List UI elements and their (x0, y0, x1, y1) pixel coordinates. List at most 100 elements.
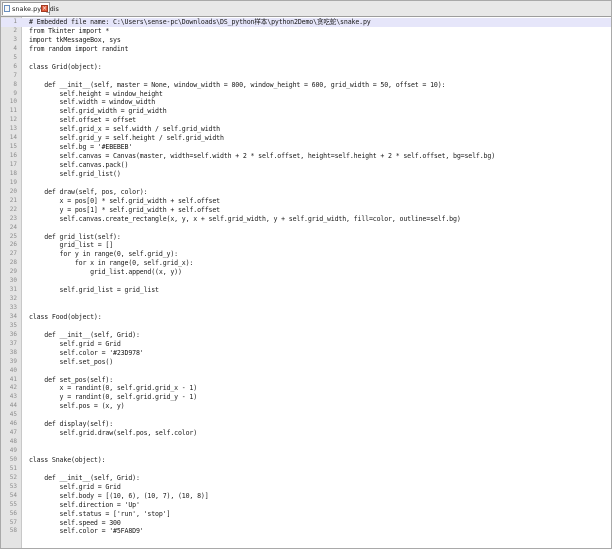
code-line[interactable]: 21 x = pos[0] * self.grid_width + self.o… (1, 197, 611, 206)
line-number: 35 (9, 321, 17, 329)
code-text: self.color = '#5FA8D9' (29, 527, 144, 536)
line-number: 53 (9, 482, 17, 490)
code-line[interactable]: 41 def set_pos(self): (1, 376, 611, 385)
code-line[interactable]: 30 (1, 277, 611, 286)
code-line[interactable]: 32 (1, 295, 611, 304)
code-line[interactable]: 28 for x in range(0, self.grid_x): (1, 259, 611, 268)
code-line[interactable]: 1 # Embedded file name: C:\Users\sense-pc… (1, 18, 611, 27)
line-number: 30 (9, 277, 17, 285)
tab-snake-file[interactable]: snake.pyw_dis × (2, 2, 59, 15)
code-line[interactable]: 2 from Tkinter import * (1, 27, 611, 36)
code-line[interactable]: 18 self.grid_list() (1, 170, 611, 179)
code-text: self.grid_list = grid_list (29, 286, 159, 295)
code-line[interactable]: 9 self.height = window_height (1, 90, 611, 99)
code-line[interactable]: 11 self.grid_width = grid_width (1, 107, 611, 116)
line-number: 28 (9, 259, 17, 267)
code-line[interactable]: 36 def __init__(self, Grid): (1, 331, 611, 340)
code-line[interactable]: 46 def display(self): (1, 420, 611, 429)
code-editor[interactable]: 1 # Embedded file name: C:\Users\sense-pc… (1, 18, 611, 548)
line-number: 10 (9, 98, 17, 106)
close-icon[interactable]: × (41, 5, 48, 12)
line-number: 14 (9, 134, 17, 142)
code-line[interactable]: 48 (1, 438, 611, 447)
code-text: self.width = window_width (29, 98, 156, 107)
code-line[interactable]: 26 grid_list = [] (1, 241, 611, 250)
code-text: self.color = '#23D978' (29, 348, 144, 357)
line-number: 52 (9, 473, 17, 481)
code-line[interactable]: 37 self.grid = Grid (1, 340, 611, 349)
code-text: class Snake(object): (29, 455, 106, 464)
code-line[interactable]: 8 def __init__(self, master = None, wind… (1, 81, 611, 90)
code-line[interactable]: 39 self.set_pos() (1, 358, 611, 367)
code-text: x = randint(0, self.grid.grid_x - 1) (29, 384, 198, 393)
code-line[interactable]: 17 self.canvas.pack() (1, 161, 611, 170)
line-number: 32 (9, 295, 17, 303)
line-number: 26 (9, 241, 17, 249)
line-number: 50 (9, 455, 17, 463)
code-line[interactable]: 15 self.bg = '#EBEBEB' (1, 143, 611, 152)
code-line[interactable]: 12 self.offset = offset (1, 116, 611, 125)
code-line[interactable]: 54 self.body = [(10, 6), (10, 7), (10, 8… (1, 492, 611, 501)
code-line[interactable]: 5 (1, 54, 611, 63)
line-number: 1 (13, 18, 17, 25)
code-line[interactable]: 14 self.grid_y = self.height / self.grid… (1, 134, 611, 143)
code-line[interactable]: 52 def __init__(self, Grid): (1, 474, 611, 483)
code-line[interactable]: 20 def draw(self, pos, color): (1, 188, 611, 197)
code-line[interactable]: 35 (1, 322, 611, 331)
code-line[interactable]: 53 self.grid = Grid (1, 483, 611, 492)
code-line[interactable]: 50 class Snake(object): (1, 456, 611, 465)
code-text: def __init__(self, Grid): (29, 473, 140, 482)
line-number: 5 (13, 53, 17, 61)
code-line[interactable]: 55 self.direction = 'Up' (1, 501, 611, 510)
code-text: class Grid(object): (29, 62, 102, 71)
code-line[interactable]: 27 for y in range(0, self.grid_y): (1, 250, 611, 259)
line-number: 39 (9, 357, 17, 365)
code-line[interactable]: 23 self.canvas.create_rectangle(x, y, x … (1, 215, 611, 224)
code-line[interactable]: 51 (1, 465, 611, 474)
code-line[interactable]: 6 class Grid(object): (1, 63, 611, 72)
code-line[interactable]: 29 grid_list.append((x, y)) (1, 268, 611, 277)
code-line[interactable]: 47 self.grid.draw(self.pos, self.color) (1, 429, 611, 438)
code-line[interactable]: 3 import tkMessageBox, sys (1, 36, 611, 45)
code-line[interactable]: 42 x = randint(0, self.grid.grid_x - 1) (1, 384, 611, 393)
code-line[interactable]: 44 self.pos = (x, y) (1, 402, 611, 411)
code-line[interactable]: 40 (1, 367, 611, 376)
code-line[interactable]: 22 y = pos[1] * self.grid_width + self.o… (1, 206, 611, 215)
line-number: 34 (9, 312, 17, 320)
code-line[interactable]: 38 self.color = '#23D978' (1, 349, 611, 358)
line-number: 43 (9, 393, 17, 401)
code-text: self.height = window_height (29, 89, 163, 98)
code-text: x = pos[0] * self.grid_width + self.offs… (29, 196, 221, 205)
code-line[interactable]: 4 from random import randint (1, 45, 611, 54)
code-text: self.status = ['run', 'stop'] (29, 509, 171, 518)
code-text: def __init__(self, Grid): (29, 330, 140, 339)
code-line[interactable]: 16 self.canvas = Canvas(master, width=se… (1, 152, 611, 161)
code-line[interactable]: 24 (1, 224, 611, 233)
code-line[interactable]: 7 (1, 72, 611, 81)
code-line[interactable]: 45 (1, 411, 611, 420)
code-line[interactable]: 25 def grid_list(self): (1, 233, 611, 242)
line-number: 22 (9, 205, 17, 213)
code-line[interactable]: 31 self.grid_list = grid_list (1, 286, 611, 295)
line-number: 13 (9, 125, 17, 133)
code-text: self.canvas.pack() (29, 161, 129, 169)
code-line[interactable]: 13 self.grid_x = self.width / self.grid_… (1, 125, 611, 134)
code-text: y = randint(0, self.grid.grid_y - 1) (29, 393, 198, 402)
code-text: def draw(self, pos, color): (29, 187, 148, 196)
code-line[interactable]: 56 self.status = ['run', 'stop'] (1, 510, 611, 519)
code-line[interactable]: 57 self.speed = 300 (1, 519, 611, 528)
code-text: def grid_list(self): (29, 232, 121, 241)
code-line[interactable]: 10 self.width = window_width (1, 98, 611, 107)
code-line[interactable]: 19 (1, 179, 611, 188)
code-text: grid_list = [] (29, 241, 114, 250)
line-number: 9 (13, 89, 17, 97)
code-text: def display(self): (29, 420, 114, 429)
code-line[interactable]: 33 (1, 304, 611, 313)
line-number: 42 (9, 384, 17, 392)
line-number: 41 (9, 375, 17, 383)
code-line[interactable]: 43 y = randint(0, self.grid.grid_y - 1) (1, 393, 611, 402)
code-line[interactable]: 58 self.color = '#5FA8D9' (1, 527, 611, 536)
line-number: 55 (9, 500, 17, 508)
code-line[interactable]: 49 (1, 447, 611, 456)
code-line[interactable]: 34 class Food(object): (1, 313, 611, 322)
